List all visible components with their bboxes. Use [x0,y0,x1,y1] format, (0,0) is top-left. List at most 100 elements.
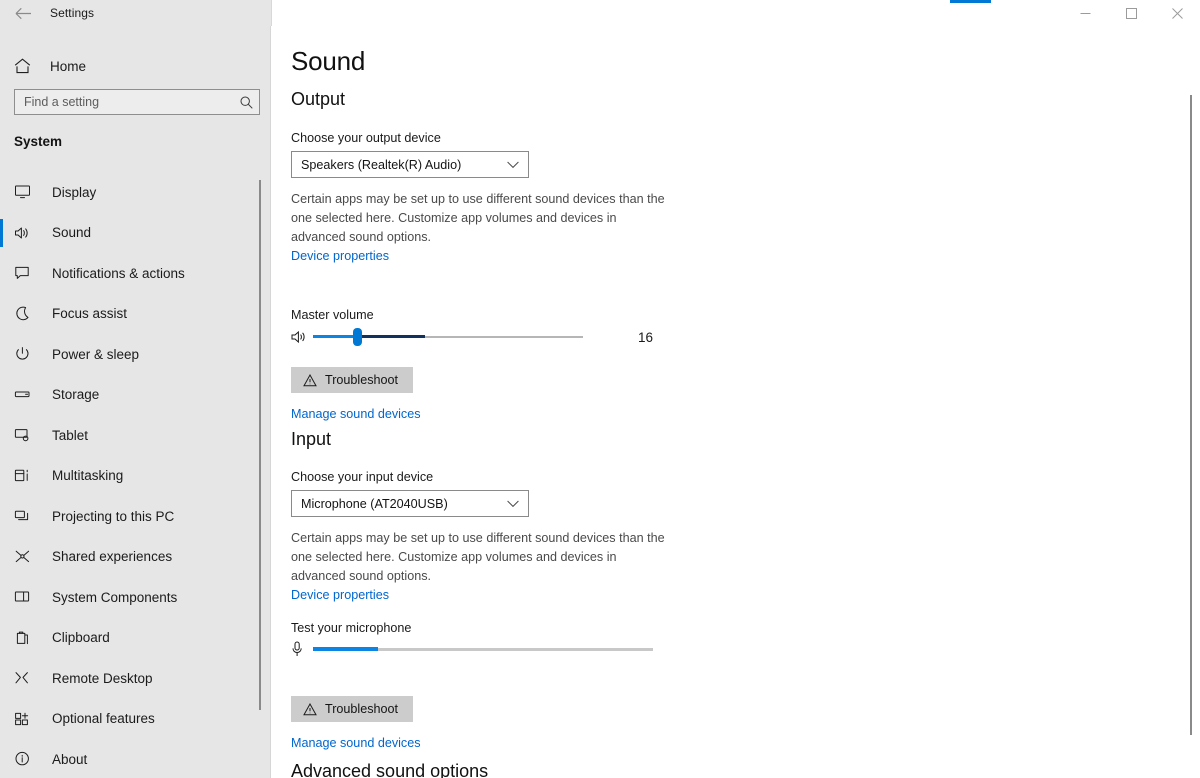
sidebar-item-tablet[interactable]: Tablet [0,415,271,456]
search-container [14,89,260,115]
notification-icon [14,265,46,281]
input-device-value: Microphone (AT2040USB) [301,497,448,511]
monitor-icon [14,184,46,200]
minimize-button[interactable] [1062,0,1108,26]
volume-slider-thumb[interactable] [353,328,362,346]
input-section-heading: Input [291,429,331,450]
output-manage-sound-devices-link[interactable]: Manage sound devices [291,407,421,421]
input-note: Certain apps may be set up to use differ… [291,529,669,586]
input-troubleshoot-button[interactable]: Troubleshoot [291,696,413,722]
microphone-test-row [291,641,653,657]
selection-indicator [0,219,3,247]
sidebar-item-home[interactable]: Home [0,48,271,84]
speaker-icon [14,225,46,241]
moon-icon [14,306,46,322]
main-content: Sound Output Choose your output device S… [271,26,1200,778]
output-device-value: Speakers (Realtek(R) Audio) [301,158,461,172]
page-title: Sound [291,46,365,77]
meter-fill [313,647,378,651]
output-section-heading: Output [291,89,345,110]
sidebar-item-label: Focus assist [52,306,127,321]
sidebar: Home System Display Sound Notifications & … [0,26,271,778]
sidebar-item-label: Optional features [52,711,155,726]
search-input[interactable] [24,95,240,109]
input-device-label: Choose your input device [291,470,433,484]
sidebar-item-about[interactable]: About [0,739,271,778]
volume-track-fill [313,335,358,338]
close-button[interactable] [1154,0,1200,26]
sidebar-item-label: About [52,752,87,767]
advanced-sound-options-heading: Advanced sound options [291,761,488,778]
sidebar-item-notifications-actions[interactable]: Notifications & actions [0,253,271,294]
output-troubleshoot-button[interactable]: Troubleshoot [291,367,413,393]
clipboard-icon [14,630,46,646]
output-device-properties-link[interactable]: Device properties [291,249,389,263]
back-arrow-icon[interactable] [0,0,46,26]
title-bar-left: Settings [0,0,271,26]
tablet-icon [14,427,46,443]
sidebar-scrollbar[interactable] [259,180,261,710]
sidebar-item-sound[interactable]: Sound [0,213,271,254]
sidebar-item-power-sleep[interactable]: Power & sleep [0,334,271,375]
sidebar-item-label: Storage [52,387,99,402]
components-icon [14,589,46,605]
sidebar-item-label: Sound [52,225,91,240]
input-manage-sound-devices-link[interactable]: Manage sound devices [291,736,421,750]
progress-indicator [950,0,991,3]
drive-icon [14,387,46,403]
sidebar-item-label: Multitasking [52,468,123,483]
master-volume-row: 16 [291,328,653,346]
warning-icon [303,703,317,716]
master-volume-value: 16 [638,330,653,345]
input-troubleshoot-label: Troubleshoot [325,702,398,716]
input-device-dropdown[interactable]: Microphone (AT2040USB) [291,490,529,517]
chevron-down-icon [507,161,519,169]
sidebar-item-label: Power & sleep [52,347,139,362]
sidebar-home-label: Home [50,59,86,74]
sidebar-item-label: Notifications & actions [52,266,185,281]
master-volume-label: Master volume [291,308,374,322]
app-title: Settings [46,6,94,20]
test-microphone-label: Test your microphone [291,621,411,635]
search-icon[interactable] [240,96,253,109]
sidebar-group-title: System [14,134,62,149]
settings-window: Settings Home [0,0,1200,778]
title-bar: Settings [0,0,1200,26]
sidebar-item-optional-features[interactable]: Optional features [0,699,271,740]
output-device-dropdown[interactable]: Speakers (Realtek(R) Audio) [291,151,529,178]
sidebar-nav-list: Display Sound Notifications & actions Focus… [0,172,271,778]
content-scrollbar[interactable] [1190,95,1192,735]
sidebar-item-projecting-to-this-pc[interactable]: Projecting to this PC [0,496,271,537]
search-box[interactable] [14,89,260,115]
remote-desktop-icon [14,670,46,686]
output-device-label: Choose your output device [291,131,441,145]
sidebar-item-label: Clipboard [52,630,110,645]
warning-icon [303,374,317,387]
chevron-down-icon [507,500,519,508]
sidebar-item-clipboard[interactable]: Clipboard [0,618,271,659]
sidebar-item-shared-experiences[interactable]: Shared experiences [0,537,271,578]
sidebar-item-storage[interactable]: Storage [0,375,271,416]
title-bar-divider [271,0,272,26]
output-troubleshoot-label: Troubleshoot [325,373,398,387]
sidebar-item-system-components[interactable]: System Components [0,577,271,618]
optional-features-icon [14,711,46,727]
speaker-icon [291,330,313,344]
sidebar-item-label: Remote Desktop [52,671,153,686]
sidebar-item-label: Tablet [52,428,88,443]
sidebar-item-label: System Components [52,590,177,605]
sidebar-item-multitasking[interactable]: Multitasking [0,456,271,497]
sidebar-item-label: Shared experiences [52,549,172,564]
share-icon [14,549,46,565]
sidebar-item-label: Projecting to this PC [52,509,174,524]
sidebar-item-label: Display [52,185,96,200]
master-volume-slider[interactable] [313,328,583,346]
sidebar-item-focus-assist[interactable]: Focus assist [0,294,271,335]
sidebar-item-remote-desktop[interactable]: Remote Desktop [0,658,271,699]
maximize-button[interactable] [1108,0,1154,26]
info-icon [14,751,46,767]
title-bar-right [271,0,1200,26]
sidebar-item-display[interactable]: Display [0,172,271,213]
projecting-icon [14,508,46,524]
input-device-properties-link[interactable]: Device properties [291,588,389,602]
